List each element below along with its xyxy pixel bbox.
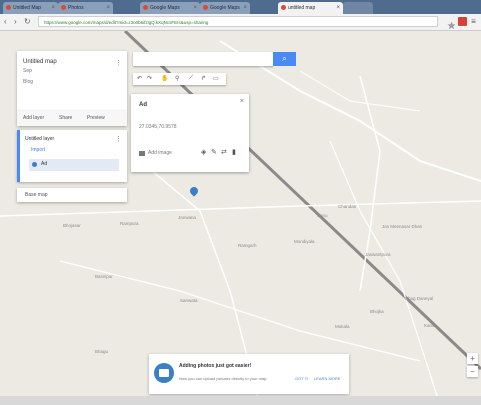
layer-item-label: Ad	[41, 161, 48, 167]
map-actions-bar: Add layer Share Preview	[17, 111, 127, 126]
preview-button[interactable]: Preview	[87, 115, 105, 121]
photo-icon	[159, 369, 169, 377]
tab-favicon-icon	[203, 5, 208, 10]
search-input[interactable]	[133, 52, 273, 66]
forward-arrow-icon[interactable]: ›	[14, 17, 17, 27]
close-tab-icon[interactable]: ×	[51, 2, 55, 14]
map-place-label: Jaswantpura	[365, 252, 391, 257]
directions-icon[interactable]: ↱	[201, 75, 206, 82]
reload-icon[interactable]: ↻	[24, 17, 31, 27]
info-coords: 27.0345,70.9578	[139, 124, 177, 130]
menu-icon[interactable]: ≡	[469, 17, 478, 26]
map-canvas[interactable]: Bhojasar Rampura Jeewana Ramgarh Mondiya…	[0, 31, 481, 405]
zoom-in-button[interactable]: +	[467, 353, 478, 364]
camera-icon	[139, 151, 145, 156]
map-place-label: Kanoi	[424, 323, 436, 328]
map-footer	[0, 396, 481, 405]
layer-item[interactable]: Ad	[29, 159, 119, 171]
layer-panel: Untitled layer ⋮ Import Ad	[17, 130, 127, 182]
browser-tab[interactable]: Google Maps ×	[200, 2, 250, 14]
tab-favicon-icon	[143, 5, 148, 10]
import-link[interactable]: Import	[31, 147, 45, 153]
add-layer-button[interactable]: Add layer	[23, 115, 44, 121]
url-input[interactable]: https://www.google.com/maps/d/edit?mid=z…	[38, 16, 438, 27]
marker-info-window: Ad × 27.0345,70.9578 Add image ◈ ✎ ⇄ ▮	[131, 94, 249, 172]
map-subtitle: Sep	[23, 68, 32, 74]
got-it-button[interactable]: GOT IT	[295, 376, 308, 381]
map-place-label: Ramgarh	[238, 243, 257, 248]
search-button[interactable]: ⌕	[273, 52, 296, 66]
map-place-label: Bhojasar	[63, 223, 81, 228]
tab-favicon-icon	[281, 5, 286, 10]
layer-options-icon[interactable]: ⋮	[115, 135, 122, 143]
learn-more-link[interactable]: LEARN MORE	[314, 376, 340, 381]
screenshot-frame: Untitled Map × Photos × Google Maps × Googl…	[0, 0, 481, 405]
toast-text: Now you can upload pictures directly to …	[179, 376, 268, 381]
paint-bucket-icon[interactable]: ◈	[201, 148, 206, 156]
redo-icon[interactable]: ↷	[147, 75, 152, 82]
photo-promo-icon	[154, 363, 174, 383]
info-title[interactable]: Ad	[139, 102, 147, 108]
browser-tab-active[interactable]: untitled map ×	[278, 2, 343, 14]
undo-icon[interactable]: ↶	[137, 75, 142, 82]
delete-icon[interactable]: ▮	[232, 148, 236, 156]
marker-tool-icon[interactable]: ⚲	[175, 75, 179, 82]
map-place-label: Bhagu	[95, 349, 109, 354]
basemap-label: Base map	[25, 192, 48, 198]
map-place-label: Sanwata	[180, 298, 198, 303]
ruler-icon[interactable]: ▭	[213, 75, 219, 82]
road	[59, 260, 421, 362]
map-place-label: Rampura	[120, 221, 139, 226]
browser-address-bar: ‹ › ↻ https://www.google.com/maps/d/edit…	[0, 14, 481, 31]
layer-selected-indicator	[17, 130, 20, 182]
hand-icon[interactable]: ✋	[161, 75, 168, 82]
close-tab-icon[interactable]: ×	[243, 2, 247, 14]
map-place-label: Mondiyala	[294, 239, 315, 244]
map-place-label: Bhojka	[370, 309, 384, 314]
browser-tab[interactable]: Untitled Map ×	[3, 2, 58, 14]
new-tab-button[interactable]	[343, 2, 373, 14]
tab-favicon-icon	[61, 5, 66, 10]
map-place-label: Bhag Daneyal	[405, 296, 434, 301]
map-toolbar: ↶ ↷ ✋ ⚲ ⟋ ↱ ▭	[133, 73, 226, 85]
photos-toast: Adding photos just got easier! Now you c…	[149, 354, 349, 394]
tab-favicon-icon	[6, 5, 11, 10]
road	[0, 200, 481, 217]
extension-icon[interactable]	[458, 17, 467, 26]
share-button[interactable]: Share	[59, 115, 72, 121]
close-tab-icon[interactable]: ×	[106, 2, 110, 14]
close-tab-icon[interactable]: ×	[193, 2, 197, 14]
map-title-panel: Untitled map Sep Blog ⋮	[17, 51, 127, 111]
map-place-label: Jas Meenasar Dhan	[382, 224, 423, 229]
browser-tab-bar: Untitled Map × Photos × Google Maps × Googl…	[0, 0, 481, 14]
browser-tab[interactable]: Google Maps ×	[140, 2, 200, 14]
zoom-out-button[interactable]: −	[467, 366, 478, 377]
basemap-panel[interactable]: Base map	[17, 188, 127, 202]
search-icon: ⌕	[282, 54, 287, 63]
toast-title: Adding photos just got easier!	[179, 363, 252, 369]
line-tool-icon[interactable]: ⟋	[189, 75, 193, 82]
marker-icon	[32, 162, 37, 167]
bookmark-star-icon[interactable]	[447, 17, 456, 30]
close-tab-icon[interactable]: ×	[336, 2, 340, 14]
map-place-label: Jeewana	[178, 215, 197, 220]
layer-name[interactable]: Untitled layer	[25, 136, 54, 142]
map-description[interactable]: Blog	[23, 79, 33, 85]
map-place-label: Basnipur	[95, 274, 113, 279]
edit-icon[interactable]: ✎	[211, 148, 217, 156]
directions-icon[interactable]: ⇄	[221, 148, 227, 156]
browser-tab[interactable]: Photos ×	[58, 2, 113, 14]
map-place-label: Chandan	[338, 204, 357, 209]
more-options-icon[interactable]: ⋮	[115, 59, 122, 67]
add-image-link[interactable]: Add image	[148, 150, 172, 156]
map-title[interactable]: Untitled map	[23, 59, 57, 65]
map-place-label: Mokala	[335, 324, 350, 329]
close-icon[interactable]: ×	[240, 98, 244, 105]
back-arrow-icon[interactable]: ‹	[4, 17, 7, 27]
map-place-label: Sonu	[317, 213, 328, 218]
